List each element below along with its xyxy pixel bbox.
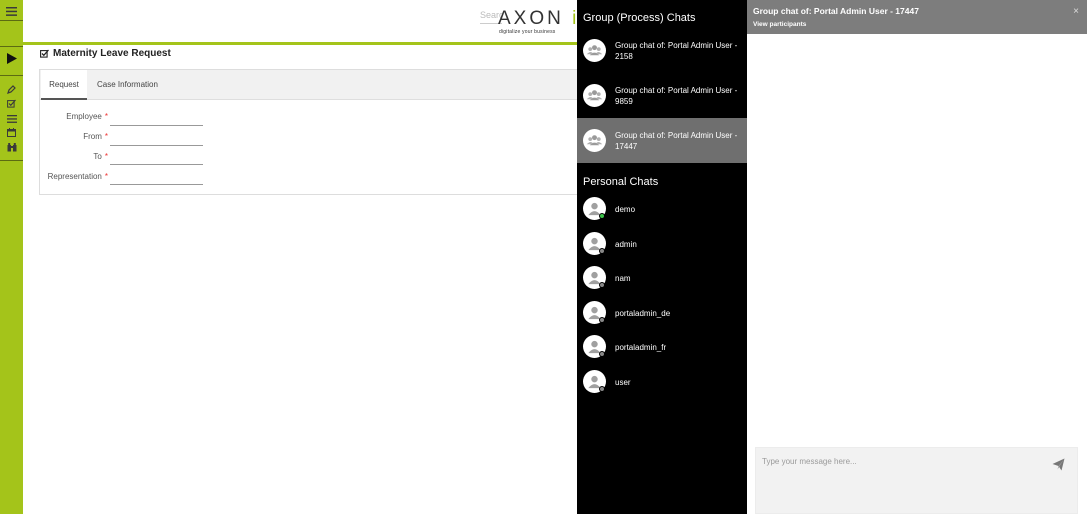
online-status-dot — [599, 213, 605, 219]
chat-name: nam — [615, 274, 631, 283]
from-label-row: From * — [8, 132, 108, 144]
group-avatar-icon — [583, 39, 606, 62]
personal-chat-item[interactable]: user — [577, 363, 747, 399]
field-label: Employee * — [8, 112, 108, 121]
logo-tagline: digitalize your business — [499, 29, 556, 35]
personal-chat-item[interactable]: demo — [577, 190, 747, 226]
required-marker: * — [104, 132, 108, 141]
logo-text: AXON — [498, 8, 564, 29]
offline-status-dot — [599, 351, 605, 357]
checkbox-icon[interactable] — [4, 96, 19, 111]
group-chat-item-active[interactable]: Group chat of: Portal Admin User - 17447 — [577, 118, 747, 163]
chat-name: user — [615, 378, 631, 387]
sidebar-divider — [0, 46, 23, 47]
representation-label-row: Representation * — [8, 172, 108, 184]
sidebar-divider — [0, 20, 23, 21]
field-label-text: Employee — [66, 112, 102, 121]
required-marker: * — [104, 172, 108, 181]
chat-list-panel: Group (Process) Chats Group chat of: Por… — [577, 0, 747, 514]
personal-chat-item[interactable]: portaladmin_de — [577, 294, 747, 330]
message-input[interactable] — [762, 454, 1042, 468]
view-participants-link[interactable]: View participants — [753, 21, 806, 28]
personal-chat-item[interactable]: admin — [577, 225, 747, 261]
tab-case-information[interactable]: Case Information — [97, 70, 167, 100]
group-chat-item[interactable]: Group chat of: Portal Admin User - 9859 — [577, 73, 747, 118]
send-icon[interactable] — [1052, 458, 1066, 472]
personal-chat-item[interactable]: nam — [577, 259, 747, 295]
group-chats-title: Group (Process) Chats — [583, 12, 696, 24]
field-label-text: From — [83, 132, 102, 141]
chat-name: admin — [615, 240, 637, 249]
personal-chat-item[interactable]: portaladmin_fr — [577, 328, 747, 364]
sidebar-divider — [0, 75, 23, 76]
field-label-text: Representation — [47, 172, 102, 181]
close-icon[interactable]: × — [1071, 6, 1081, 17]
employee-label-row: Employee * — [8, 112, 108, 124]
required-marker: * — [104, 112, 108, 121]
chat-name: Group chat of: Portal Admin User - 17447 — [615, 131, 738, 151]
hamburger-icon[interactable] — [4, 4, 19, 19]
tab-request[interactable]: Request — [41, 70, 87, 100]
pencil-icon[interactable] — [4, 82, 19, 97]
chat-name: demo — [615, 205, 636, 214]
page-title-text: Maternity Leave Request — [53, 48, 171, 59]
employee-field[interactable] — [110, 125, 203, 126]
chat-name: Group chat of: Portal Admin User - 2158 — [615, 41, 738, 61]
conversation-panel — [747, 0, 1087, 514]
conversation-title: Group chat of: Portal Admin User - 17447 — [753, 6, 919, 16]
field-label: From * — [8, 132, 108, 141]
left-sidebar — [0, 0, 23, 514]
from-field[interactable] — [110, 145, 203, 146]
message-composer — [755, 447, 1078, 514]
offline-status-dot — [599, 317, 605, 323]
page-title: Maternity Leave Request — [40, 48, 171, 59]
to-label-row: To * — [8, 152, 108, 164]
chat-name: Group chat of: Portal Admin User - 9859 — [615, 86, 738, 106]
field-label: To * — [8, 152, 108, 161]
field-label: Representation * — [8, 172, 108, 181]
to-field[interactable] — [110, 164, 203, 165]
offline-status-dot — [599, 282, 605, 288]
chat-name: portaladmin_fr — [615, 343, 667, 352]
tab-bar: Request Case Information — [40, 70, 578, 100]
checkbox-icon — [40, 49, 49, 58]
required-marker: * — [104, 152, 108, 161]
personal-chats-title: Personal Chats — [583, 176, 659, 188]
offline-status-dot — [599, 248, 605, 254]
group-avatar-icon — [583, 84, 606, 107]
offline-status-dot — [599, 386, 605, 392]
play-icon[interactable] — [4, 51, 19, 66]
chat-name: portaladmin_de — [615, 309, 671, 318]
representation-field[interactable] — [110, 184, 203, 185]
group-avatar-icon — [583, 129, 606, 152]
field-label-text: To — [93, 152, 102, 161]
header-accent-line — [23, 42, 577, 45]
group-chat-item[interactable]: Group chat of: Portal Admin User - 2158 — [577, 28, 747, 73]
